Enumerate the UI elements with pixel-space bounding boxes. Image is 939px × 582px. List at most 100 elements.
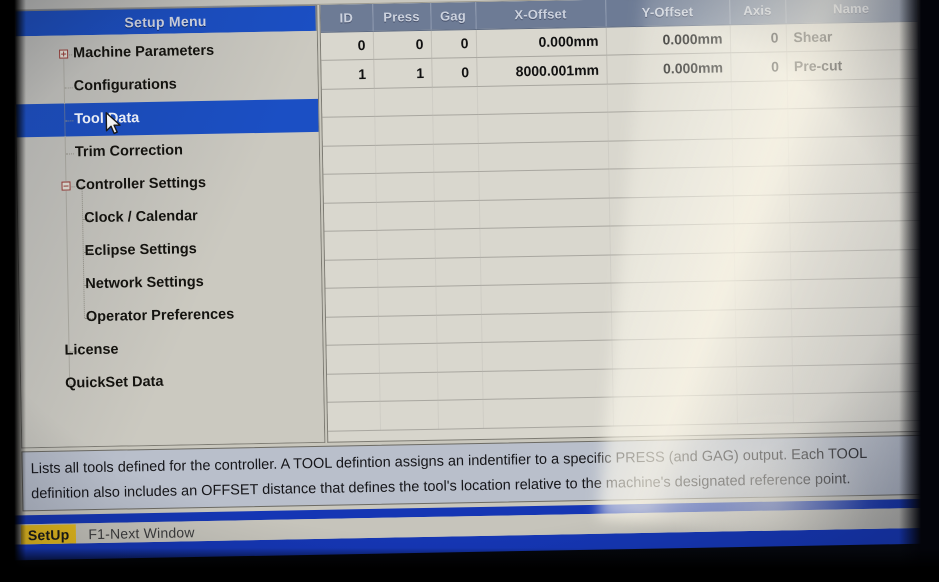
cell-yoff[interactable]: 0.000mm — [605, 24, 731, 56]
cell-empty[interactable] — [327, 372, 380, 403]
cell-empty[interactable] — [789, 220, 922, 252]
cell-gag[interactable]: 0 — [430, 28, 477, 59]
cell-empty[interactable] — [792, 391, 925, 423]
cell-empty[interactable] — [734, 308, 792, 338]
cell-empty[interactable] — [608, 166, 733, 198]
cell-empty[interactable] — [611, 337, 736, 369]
cell-empty[interactable] — [432, 142, 479, 173]
cell-empty[interactable] — [477, 140, 609, 172]
sidebar-item-configurations[interactable]: Configurations — [15, 66, 318, 105]
cell-empty[interactable] — [481, 368, 613, 400]
taskbar-setup-button[interactable]: SetUp — [20, 524, 77, 545]
cell-empty[interactable] — [479, 254, 611, 286]
cell-empty[interactable] — [609, 252, 735, 284]
cell-empty[interactable] — [791, 334, 924, 366]
cell-empty[interactable] — [378, 343, 438, 373]
cell-empty[interactable] — [479, 226, 610, 257]
cell-empty[interactable] — [376, 229, 435, 259]
cell-gag[interactable]: 0 — [431, 57, 477, 87]
cell-empty[interactable] — [434, 256, 481, 287]
cell-empty[interactable] — [324, 258, 378, 289]
cell-empty[interactable] — [733, 222, 790, 253]
cell-empty[interactable] — [731, 137, 789, 167]
cell-empty[interactable] — [327, 401, 381, 431]
cell-empty[interactable] — [324, 230, 377, 260]
column-header-xoff[interactable]: X-Offset — [475, 0, 606, 29]
cell-empty[interactable] — [325, 287, 378, 317]
cell-empty[interactable] — [377, 314, 437, 345]
sidebar-item-controller-settings[interactable]: Controller Settings — [17, 165, 320, 204]
cell-empty[interactable] — [379, 400, 439, 430]
cell-empty[interactable] — [323, 201, 377, 232]
cell-name[interactable]: Shear — [785, 20, 918, 52]
expand-plus-icon[interactable] — [59, 49, 69, 59]
sidebar-item-eclipse-settings[interactable]: Eclipse Settings — [18, 231, 321, 270]
cell-empty[interactable] — [609, 223, 734, 255]
cell-empty[interactable] — [732, 194, 790, 224]
cell-empty[interactable] — [373, 86, 433, 117]
cell-xoff[interactable]: 0.000mm — [475, 26, 607, 58]
column-header-name[interactable]: Name — [785, 0, 918, 24]
column-header-yoff[interactable]: Y-Offset — [605, 0, 730, 27]
cell-empty[interactable] — [734, 279, 791, 310]
cell-empty[interactable] — [435, 285, 481, 315]
cell-press[interactable]: 1 — [373, 58, 432, 88]
cell-empty[interactable] — [791, 362, 924, 394]
sidebar-item-tool-data[interactable]: Tool Data — [16, 98, 319, 138]
column-header-id[interactable]: ID — [320, 3, 373, 32]
cell-empty[interactable] — [374, 115, 433, 145]
column-header-axis[interactable]: Axis — [729, 0, 786, 25]
cell-name[interactable]: Pre-cut — [786, 49, 919, 81]
cell-empty[interactable] — [733, 251, 791, 281]
cell-empty[interactable] — [432, 114, 478, 144]
cell-xoff[interactable]: 8000.001mm — [476, 55, 607, 86]
cell-empty[interactable] — [437, 370, 483, 401]
cell-empty[interactable] — [436, 342, 482, 372]
cell-empty[interactable] — [790, 277, 923, 309]
cell-empty[interactable] — [375, 200, 435, 231]
cell-empty[interactable] — [790, 305, 923, 337]
cell-empty[interactable] — [377, 286, 436, 316]
cell-empty[interactable] — [732, 165, 789, 196]
cell-empty[interactable] — [611, 366, 737, 398]
cell-empty[interactable] — [786, 77, 919, 109]
cell-axis[interactable]: 0 — [730, 51, 787, 82]
cell-empty[interactable] — [322, 116, 375, 146]
setup-menu-tree[interactable]: Machine Parameters Configurations Tool Dat… — [14, 30, 325, 448]
cell-empty[interactable] — [478, 169, 609, 200]
cell-empty[interactable] — [789, 248, 922, 280]
cell-empty[interactable] — [476, 83, 608, 115]
cell-empty[interactable] — [379, 371, 438, 402]
cell-empty[interactable] — [437, 399, 484, 429]
sidebar-item-network-settings[interactable]: Network Settings — [19, 264, 322, 303]
cell-empty[interactable] — [433, 171, 479, 201]
cell-empty[interactable] — [788, 191, 921, 223]
cell-axis[interactable]: 0 — [729, 23, 787, 53]
cell-empty[interactable] — [730, 80, 788, 110]
cell-empty[interactable] — [788, 163, 921, 195]
cell-empty[interactable] — [326, 344, 380, 374]
cell-empty[interactable] — [480, 283, 611, 314]
cell-empty[interactable] — [322, 144, 376, 175]
cell-empty[interactable] — [731, 108, 788, 139]
cell-empty[interactable] — [608, 195, 734, 227]
column-header-press[interactable]: Press — [372, 2, 431, 31]
sidebar-item-license[interactable]: License — [20, 330, 323, 369]
cell-empty[interactable] — [478, 197, 610, 229]
sidebar-item-quickset-data[interactable]: QuickSet Data — [21, 363, 324, 402]
cell-empty[interactable] — [736, 393, 793, 424]
cell-empty[interactable] — [374, 143, 434, 174]
cell-empty[interactable] — [735, 365, 793, 395]
cell-empty[interactable] — [787, 106, 920, 138]
cell-yoff[interactable]: 0.000mm — [606, 52, 731, 84]
cell-empty[interactable] — [787, 134, 920, 166]
collapse-minus-icon[interactable] — [61, 181, 71, 191]
cell-empty[interactable] — [606, 81, 732, 113]
sidebar-item-machine-parameters[interactable]: Machine Parameters — [15, 33, 318, 72]
cell-id[interactable]: 1 — [321, 59, 374, 89]
cell-id[interactable]: 0 — [320, 30, 374, 61]
sidebar-item-operator-preferences[interactable]: Operator Preferences — [20, 297, 323, 336]
cell-empty[interactable] — [607, 109, 732, 141]
cell-empty[interactable] — [376, 257, 436, 288]
cell-empty[interactable] — [375, 172, 434, 202]
